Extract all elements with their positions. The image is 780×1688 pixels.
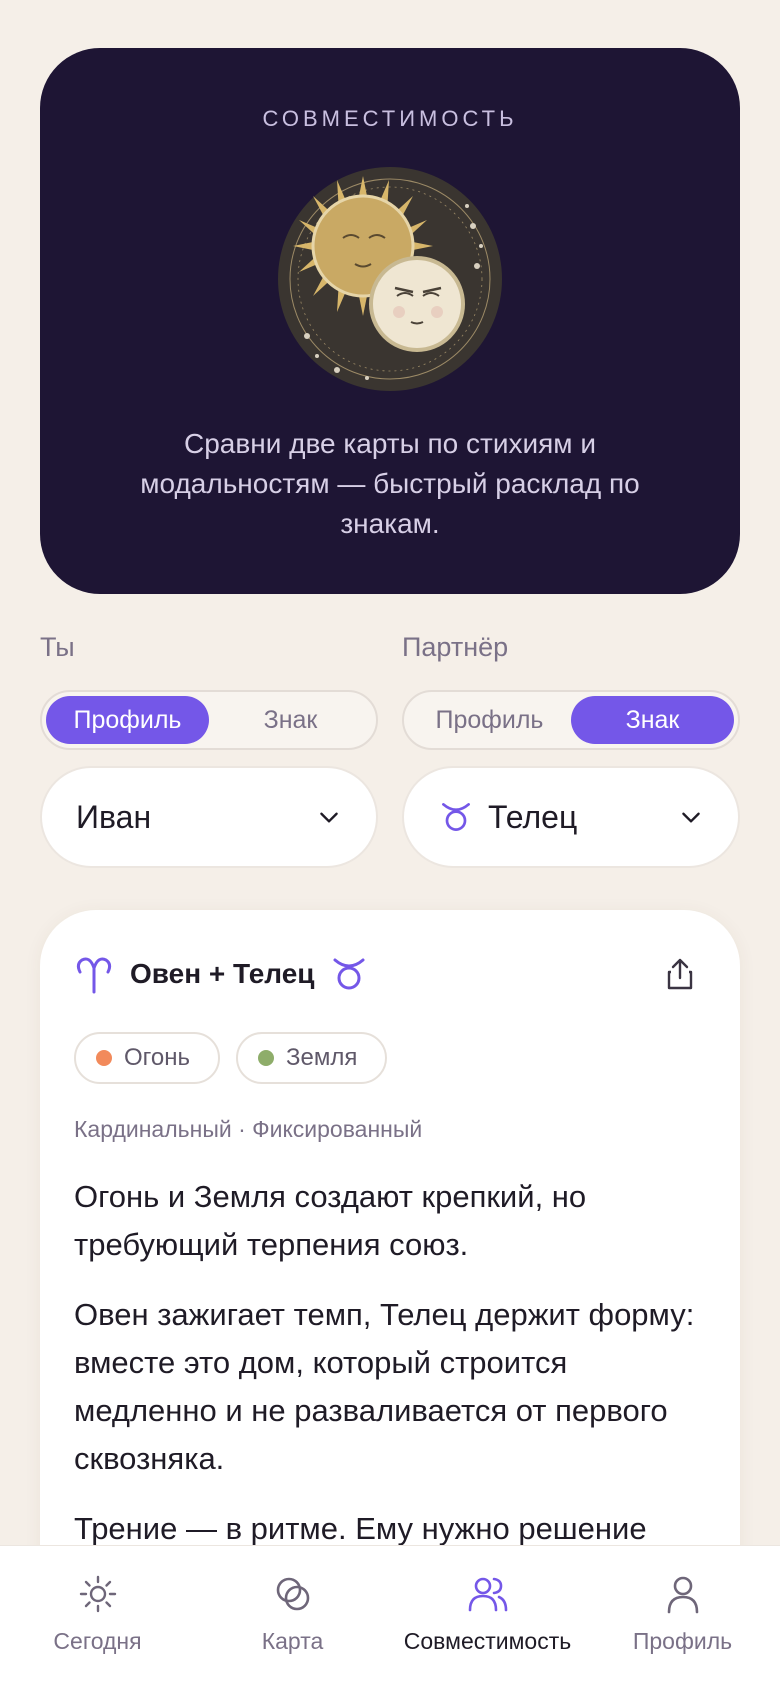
partner-toggle-profile[interactable]: Профиль bbox=[408, 696, 571, 744]
you-profile-select[interactable]: Иван bbox=[40, 766, 378, 868]
partner-toggle-sign[interactable]: Знак bbox=[571, 696, 734, 744]
element-chip-fire: Огонь bbox=[74, 1032, 220, 1084]
tab-profile[interactable]: Профиль bbox=[585, 1546, 780, 1688]
chevron-down-icon bbox=[320, 812, 338, 823]
result-paragraph: Овен зажигает темп, Телец держит форму: … bbox=[74, 1297, 695, 1476]
partner-sign-select[interactable]: Телец bbox=[402, 766, 740, 868]
element-chip-earth: Земля bbox=[236, 1032, 388, 1084]
element-chips: Огонь Земля bbox=[74, 1032, 706, 1084]
modality-line: Кардинальный · Фиксированный bbox=[74, 1116, 423, 1142]
partner-label: Партнёр bbox=[402, 632, 509, 662]
result-header: Овен + Телец bbox=[74, 946, 706, 1002]
you-toggle-sign[interactable]: Знак bbox=[209, 696, 372, 744]
tab-label: Совместимость bbox=[403, 1628, 572, 1654]
partner-source-toggle: Профиль Знак bbox=[402, 690, 740, 750]
chip-label: Огонь bbox=[124, 1044, 190, 1071]
pair-title: Овен + Телец bbox=[130, 958, 315, 989]
you-select-value: Иван bbox=[76, 798, 152, 835]
chevron-down-icon bbox=[682, 812, 700, 823]
you-toggle-profile[interactable]: Профиль bbox=[46, 696, 209, 744]
tab-label: Карта bbox=[261, 1628, 324, 1654]
people-icon bbox=[468, 1577, 507, 1612]
fire-dot-icon bbox=[96, 1050, 112, 1066]
person-icon bbox=[667, 1576, 698, 1614]
taurus-icon bbox=[442, 803, 470, 831]
hero-eyebrow: СОВМЕСТИМОСТЬ bbox=[262, 106, 518, 131]
taurus-icon bbox=[333, 958, 365, 990]
tab-label: Профиль bbox=[632, 1628, 733, 1654]
bottom-tab-bar: Сегодня Карта Совместимость Профиль bbox=[0, 1545, 780, 1688]
partner-select-value: Телец bbox=[488, 798, 578, 835]
share-icon[interactable] bbox=[662, 956, 698, 992]
hero-card: СОВМЕСТИМОСТЬ Сравни две карты по стихия… bbox=[40, 48, 740, 594]
chip-label: Земля bbox=[286, 1044, 358, 1071]
earth-dot-icon bbox=[258, 1050, 274, 1066]
tab-today[interactable]: Сегодня bbox=[0, 1546, 195, 1688]
tab-compatibility[interactable]: Совместимость bbox=[390, 1546, 585, 1688]
tab-label: Сегодня bbox=[53, 1628, 142, 1654]
partner-column: Партнёр Профиль Знак Телец bbox=[402, 632, 740, 868]
sun-icon bbox=[79, 1575, 116, 1613]
sun-moon-illustration bbox=[278, 167, 502, 391]
result-paragraph: Огонь и Земля создают крепкий, но требую… bbox=[74, 1179, 587, 1262]
rings-icon bbox=[276, 1577, 309, 1611]
you-label: Ты bbox=[40, 632, 75, 662]
aries-icon bbox=[76, 957, 112, 994]
you-column: Ты Профиль Знак Иван bbox=[40, 632, 378, 868]
hero-description: Сравни две карты по стихиям и модальност… bbox=[140, 428, 640, 539]
you-source-toggle: Профиль Знак bbox=[40, 690, 378, 750]
tab-chart[interactable]: Карта bbox=[195, 1546, 390, 1688]
